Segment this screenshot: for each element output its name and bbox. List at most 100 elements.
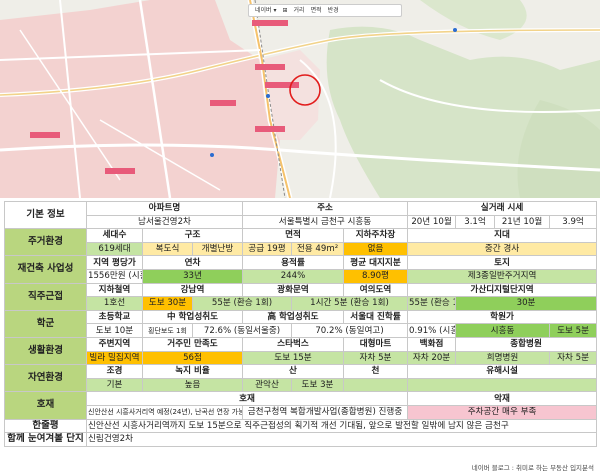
- table-cell: 1556만원 (시흥동): [86, 268, 143, 284]
- row-lifestyle: 생활환경 주변지역 거주민 만족도 스타벅스 대형마트 백화점 종합병원: [4, 336, 598, 366]
- category-label: 자연환경: [4, 364, 87, 393]
- column-header: 초등학교: [86, 309, 143, 325]
- table-cell: 신안산선 시흥사거리역 예정(24년), 난곡선 연장 가능성: [86, 404, 243, 420]
- map-toolbar[interactable]: 네이버 ▾ ⊞ 거리 면적 반경: [248, 4, 402, 17]
- map-toolbar-item[interactable]: 거리: [294, 7, 305, 14]
- column-header: 학원가: [407, 309, 598, 325]
- map-toolbar-item[interactable]: 네이버 ▾: [255, 7, 276, 14]
- column-header: 백화점: [407, 336, 457, 352]
- table-cell: 21년 10월: [494, 214, 551, 230]
- table-cell: 높음: [142, 377, 243, 393]
- category-label: 학군: [4, 309, 87, 338]
- table-cell: 0.91% (시흥동): [407, 323, 457, 338]
- row-summary: 한줄평 신안산선 시흥사거리역까지 도보 15분으로 직주근접성의 획기적 개선 …: [4, 418, 598, 434]
- table-cell: 자차 20분: [407, 350, 457, 366]
- table-cell: 30분: [455, 296, 598, 311]
- column-header: 中 학업성취도: [142, 309, 243, 325]
- table-cell: 시흥동: [455, 323, 551, 338]
- category-label: 재건축 사업성: [4, 255, 87, 284]
- map-view[interactable]: 네이버 ▾ ⊞ 거리 면적 반경: [0, 0, 600, 198]
- column-header: 평균 대지지분: [342, 255, 409, 270]
- row-commute-values: 1호선 도보 30분 55분 (환승 1회) 1시간 5분 (환승 1회) 55분 (환…: [5, 296, 598, 311]
- column-header: 구조: [142, 228, 243, 243]
- column-header: 강남역: [142, 282, 243, 298]
- row-positive-values: 신안산선 시흥사거리역 예정(24년), 난곡선 연장 가능성 금천구청역 복합개…: [5, 404, 598, 420]
- table-cell: 중간 경사: [407, 241, 598, 257]
- column-header: 지하주차장: [342, 228, 409, 243]
- table-cell: 도보 15분: [242, 350, 344, 366]
- column-header: 연차: [142, 255, 243, 270]
- row-living-env: 주거환경 세대수 구조 면적 지하주차장 지대: [4, 228, 598, 257]
- table-cell: 자차 5분: [342, 350, 409, 366]
- map-canvas: [0, 0, 600, 198]
- table-cell: 전용 49m²: [291, 241, 344, 257]
- table-cell: 금천구청역 복합개발사업(종합병원) 진행중: [241, 404, 409, 420]
- column-header: 가산디지털단지역: [407, 282, 598, 298]
- category-label: 직주근접: [4, 282, 87, 311]
- column-header: 지역 평당가: [86, 255, 143, 270]
- table-cell: 1호선: [86, 296, 143, 311]
- row-commute: 직주근접 지하철역 강남역 광화문역 여의도역 가산디지털단지역: [4, 282, 598, 311]
- table-cell: 빌라 밀집지역: [86, 350, 143, 366]
- row-nature-values: 기본 높음 관악산 도보 3분: [5, 377, 598, 393]
- table-cell: 도보 30분: [142, 296, 193, 311]
- table-cell: 1시간 5분 (환승 1회): [290, 296, 409, 311]
- table-cell: 56점: [142, 350, 243, 366]
- column-header: 면적: [242, 228, 344, 243]
- table-cell: 남서울건영2차: [86, 214, 243, 230]
- column-header: 지대: [407, 228, 598, 243]
- column-header: 천: [342, 364, 409, 379]
- table-cell: 244%: [242, 268, 344, 284]
- table-cell: 서울특별시 금천구 시흥동: [241, 214, 409, 230]
- row-compare: 함께 눈여겨볼 단지 신림건영2차: [4, 432, 598, 447]
- table-cell: 도보 10분: [86, 323, 143, 338]
- map-toolbar-item[interactable]: 면적: [311, 7, 322, 14]
- table-cell: 70.2% (동일여고): [290, 323, 409, 338]
- table-cell: 복도식: [142, 241, 193, 257]
- table-cell: 도보 5분: [549, 323, 598, 338]
- column-header: 여의도역: [342, 282, 409, 298]
- analysis-table: 기본 정보 아파트명 주소 실거래 시세 남서울건영2차 서울특별시 금천구 시흥동 20년…: [4, 200, 598, 447]
- column-header: 세대수: [86, 228, 143, 243]
- row-basic-info-values: 남서울건영2차 서울특별시 금천구 시흥동 20년 10월 3.1억 21년 10월 3.…: [5, 214, 598, 230]
- column-header: 서울대 진학률: [342, 309, 409, 325]
- row-rebuild: 재건축 사업성 지역 평당가 연차 용적률 평균 대지지분 토지: [4, 255, 598, 284]
- row-rebuild-values: 1556만원 (시흥동)33년244%8.90평제3종일반주거지역: [5, 268, 598, 284]
- column-header: 주변지역: [86, 336, 143, 352]
- row-school: 학군 초등학교 中 학업성취도 高 학업성취도 서울대 진학률 학원가: [4, 309, 598, 338]
- table-cell: 3.9억: [549, 214, 598, 230]
- row-living-env-values: 619세대 복도식 개별난방 공급 19평 전용 49m² 없음 중간 경사: [5, 241, 598, 257]
- column-header: 토지: [407, 255, 598, 270]
- table-cell: [342, 377, 409, 393]
- table-cell: 신안산선 시흥사거리역까지 도보 15분으로 직주근접성의 획기적 개선 기대됨…: [85, 418, 598, 434]
- column-header: 대형마트: [342, 336, 409, 352]
- column-header: 거주민 만족도: [142, 336, 243, 352]
- row-lifestyle-values: 빌라 밀집지역 56점 도보 15분 자차 5분 자차 20분 희명병원 자차 5분: [5, 350, 598, 366]
- column-header: 주소: [241, 201, 409, 216]
- column-header: 아파트명: [86, 201, 243, 216]
- table-cell: 72.6% (동일서울중): [192, 323, 292, 338]
- column-header: 산: [242, 364, 344, 379]
- table-cell: 8.90평: [342, 268, 409, 284]
- category-label: 주거환경: [4, 228, 87, 257]
- column-header: 유해시설: [407, 364, 598, 379]
- table-cell: 기본: [86, 377, 143, 393]
- column-header: 녹지 비율: [142, 364, 243, 379]
- category-label: 기본 정보: [4, 200, 87, 230]
- column-header: 용적률: [242, 255, 344, 270]
- table-cell: 도보 3분: [291, 377, 344, 393]
- table-cell: 공급 19평: [242, 241, 292, 257]
- table-cell: 횡단보도 1회: [142, 323, 193, 338]
- map-toolbar-item[interactable]: 반경: [328, 7, 339, 14]
- column-header: 실거래 시세: [407, 201, 598, 216]
- category-label: 호재: [4, 391, 87, 420]
- column-header: 종합병원: [455, 336, 598, 352]
- category-label: 함께 눈여겨볼 단지: [4, 432, 87, 447]
- column-header: 악재: [407, 391, 598, 406]
- row-basic-info: 기본 정보 아파트명 주소 실거래 시세: [4, 200, 598, 230]
- table-cell: 주차공간 매우 부족: [407, 404, 598, 420]
- table-cell: 제3종일반주거지역: [407, 268, 598, 284]
- column-header: 스타벅스: [242, 336, 344, 352]
- row-positive: 호재 호재 악재: [4, 391, 598, 420]
- map-toolbar-item[interactable]: ⊞: [282, 7, 287, 14]
